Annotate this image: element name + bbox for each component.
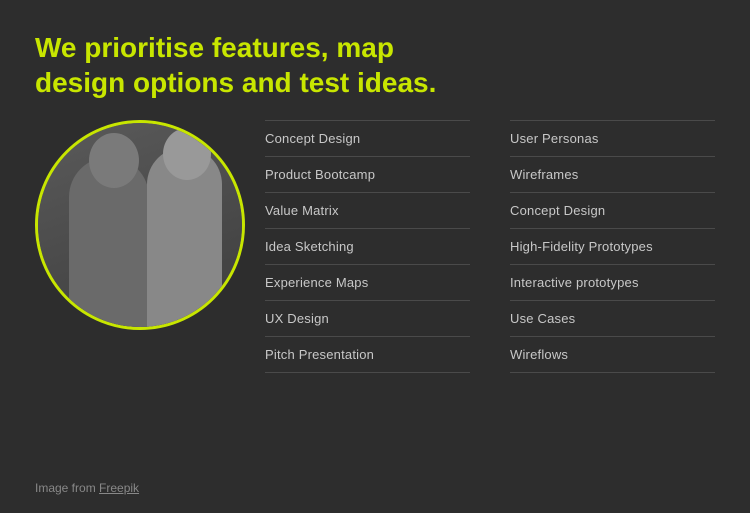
list-item: Product Bootcamp bbox=[265, 157, 470, 193]
right-list: User Personas Wireframes Concept Design … bbox=[490, 120, 715, 373]
list-item: Concept Design bbox=[265, 120, 470, 157]
list-item: User Personas bbox=[510, 120, 715, 157]
list-item: Interactive prototypes bbox=[510, 265, 715, 301]
list-item: Idea Sketching bbox=[265, 229, 470, 265]
image-credit: Image from Freepik bbox=[35, 481, 139, 495]
list-item: Concept Design bbox=[510, 193, 715, 229]
left-list: Concept Design Product Bootcamp Value Ma… bbox=[265, 120, 490, 373]
list-item: High-Fidelity Prototypes bbox=[510, 229, 715, 265]
list-item: Wireflows bbox=[510, 337, 715, 373]
headline-line1: We prioritise features, map bbox=[35, 32, 394, 63]
list-item: Wireframes bbox=[510, 157, 715, 193]
content-area: Concept Design Product Bootcamp Value Ma… bbox=[35, 120, 715, 373]
lists-area: Concept Design Product Bootcamp Value Ma… bbox=[265, 120, 715, 373]
list-item: Pitch Presentation bbox=[265, 337, 470, 373]
list-item: Use Cases bbox=[510, 301, 715, 337]
list-item: Experience Maps bbox=[265, 265, 470, 301]
freepik-link[interactable]: Freepik bbox=[99, 481, 139, 495]
page-container: We prioritise features, map design optio… bbox=[0, 0, 750, 513]
image-credit-prefix: Image from bbox=[35, 481, 99, 495]
list-item: Value Matrix bbox=[265, 193, 470, 229]
profile-image bbox=[35, 120, 245, 330]
headline-line2: design options and test ideas. bbox=[35, 67, 436, 98]
headline: We prioritise features, map design optio… bbox=[35, 30, 455, 100]
list-item: UX Design bbox=[265, 301, 470, 337]
